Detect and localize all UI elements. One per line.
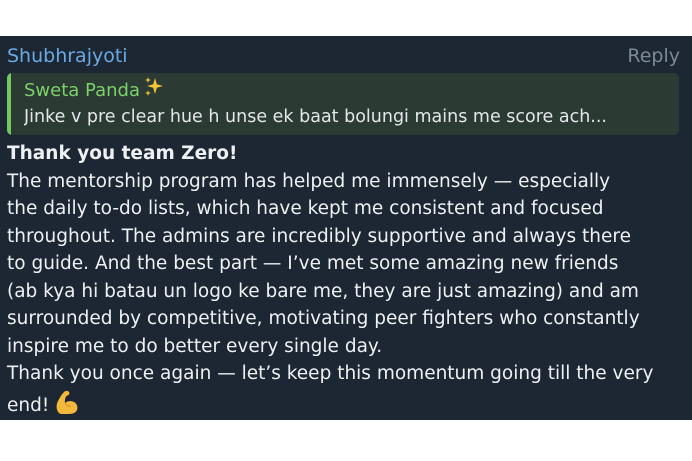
quote-text: Jinke v pre clear hue h unse ek baat bol… (24, 107, 607, 127)
message-line: Thank you once again — let’s keep this m… (7, 363, 654, 384)
sparkles-icon (143, 76, 165, 106)
message-header: Shubhrajyoti Reply (7, 42, 680, 70)
quote-author-name: Sweta Panda (24, 80, 140, 101)
message-line: to guide. And the best part — I’ve met s… (7, 253, 619, 274)
message-body: Thank you team Zero! The mentorship prog… (7, 140, 687, 424)
quote-author: Sweta Panda (24, 76, 165, 106)
message-last-line: end! (7, 388, 687, 425)
screenshot-canvas: Shubhrajyoti Reply Sweta Panda Jinke v p… (0, 0, 692, 461)
flexed-biceps-icon (53, 388, 81, 425)
message-line: Thank you team Zero! (7, 143, 238, 164)
quoted-message[interactable]: Sweta Panda Jinke v pre clear hue h unse… (7, 73, 679, 135)
message-line: throughout. The admins are incredibly su… (7, 225, 631, 247)
reply-button[interactable]: Reply (627, 42, 680, 70)
quote-accent-bar (7, 73, 11, 135)
sender-name[interactable]: Shubhrajyoti (7, 42, 128, 70)
message-line: (ab kya hi batau un logo ke bare me, the… (7, 280, 639, 302)
message-line: end! (7, 394, 50, 416)
message-line: inspire me to do better every single day… (7, 335, 383, 357)
message-line: The mentorship program has helped me imm… (7, 170, 611, 192)
message-bubble: Shubhrajyoti Reply Sweta Panda Jinke v p… (0, 36, 692, 420)
message-line: the daily to-do lists, which have kept m… (7, 198, 604, 219)
message-line: surrounded by competitive, motivating pe… (7, 308, 640, 329)
